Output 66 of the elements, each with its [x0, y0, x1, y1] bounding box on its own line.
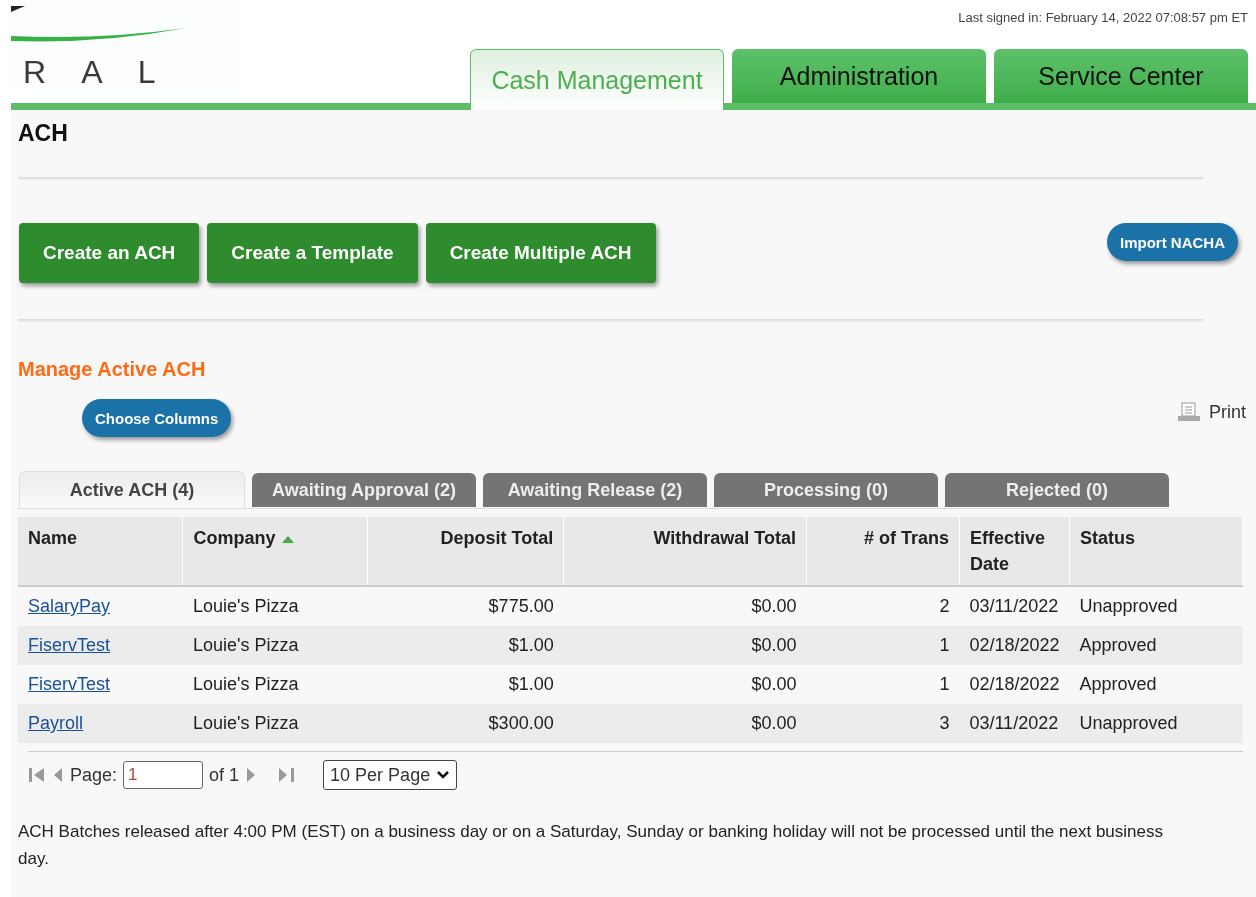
- status-tab[interactable]: Awaiting Approval (2): [252, 473, 476, 507]
- table-cell: 02/18/2022: [959, 626, 1070, 665]
- chevron-down-icon: [436, 770, 451, 780]
- import-button[interactable]: Import NACHA: [1107, 223, 1238, 261]
- column-header[interactable]: Name: [18, 517, 183, 586]
- logo-text: R A L: [23, 54, 166, 91]
- table-cell: 3: [806, 704, 960, 743]
- nav-tab[interactable]: Administration: [732, 49, 986, 103]
- table-cell[interactable]: FiservTest: [18, 626, 183, 665]
- batch-link[interactable]: SalaryPay: [28, 596, 111, 616]
- table-cell: Approved: [1069, 665, 1243, 704]
- action-button[interactable]: Create a Template: [207, 223, 418, 283]
- table-cell: Louie's Pizza: [182, 665, 368, 704]
- per-page-select[interactable]: 10 Per Page: [323, 760, 458, 790]
- column-header[interactable]: Status: [1069, 517, 1243, 586]
- column-header[interactable]: Effective Date: [959, 517, 1070, 586]
- table-cell: 2: [806, 586, 960, 626]
- batch-link[interactable]: FiservTest: [28, 635, 110, 655]
- previous-page-icon[interactable]: [52, 766, 64, 784]
- action-button[interactable]: Create an ACH: [19, 223, 200, 283]
- table-cell: 03/11/2022: [959, 704, 1070, 743]
- column-header[interactable]: Withdrawal Total: [563, 517, 807, 586]
- status-tab[interactable]: Rejected (0): [945, 473, 1169, 507]
- batch-link[interactable]: Payroll: [28, 713, 84, 733]
- table-cell: 1: [806, 665, 960, 704]
- table-cell: Approved: [1069, 626, 1243, 665]
- page-count: of 1: [209, 764, 240, 786]
- table-cell: $0.00: [563, 586, 807, 626]
- status-tab[interactable]: Active ACH (4): [19, 471, 245, 508]
- table-cell[interactable]: FiservTest: [18, 665, 183, 704]
- last-signed-in: Last signed in: February 14, 2022 07:08:57 pm ET: [958, 10, 1248, 25]
- table-cell: Louie's Pizza: [182, 586, 368, 626]
- table-cell: $300.00: [367, 704, 564, 743]
- table-cell: 02/18/2022: [959, 665, 1070, 704]
- action-button[interactable]: Create Multiple ACH: [425, 223, 656, 283]
- choose-columns-button[interactable]: Choose Columns: [82, 399, 232, 437]
- status-tab[interactable]: Processing (0): [714, 473, 938, 507]
- status-tab[interactable]: Awaiting Release (2): [483, 473, 707, 507]
- printer-icon: [1177, 402, 1201, 422]
- table-cell: $0.00: [563, 704, 807, 743]
- table-cell[interactable]: SalaryPay: [18, 586, 183, 626]
- page-title: ACH: [18, 120, 69, 147]
- table-cell: $1.00: [367, 626, 564, 665]
- print-link[interactable]: Print: [1177, 401, 1246, 423]
- column-header[interactable]: # of Trans: [806, 517, 960, 586]
- table-cell: Unapproved: [1069, 704, 1243, 743]
- table-cell: 1: [806, 626, 960, 665]
- table-cell: Louie's Pizza: [182, 626, 368, 665]
- batch-link[interactable]: FiservTest: [28, 674, 110, 694]
- first-page-icon[interactable]: [28, 766, 46, 784]
- table-cell: Louie's Pizza: [182, 704, 368, 743]
- table-cell: $775.00: [367, 586, 564, 626]
- table-cell: $1.00: [367, 665, 564, 704]
- page-label: Page:: [70, 764, 118, 786]
- page-input[interactable]: 1: [123, 761, 204, 789]
- column-header[interactable]: Deposit Total: [367, 517, 564, 586]
- column-header[interactable]: Company: [182, 517, 368, 586]
- table-cell: $0.00: [563, 626, 807, 665]
- table-cell: 03/11/2022: [959, 586, 1070, 626]
- nav-tab[interactable]: Service Center: [994, 49, 1248, 103]
- last-page-icon[interactable]: [277, 766, 296, 784]
- table-cell: $0.00: [563, 665, 807, 704]
- section-title: Manage Active ACH: [18, 358, 207, 381]
- table-cell[interactable]: Payroll: [18, 704, 183, 743]
- note-text: ACH Batches released after 4:00 PM (EST) on a business day or on a Saturday, Sunday or banking holiday will not be processed until the next business day.: [18, 821, 1164, 870]
- table-cell: Unapproved: [1069, 586, 1243, 626]
